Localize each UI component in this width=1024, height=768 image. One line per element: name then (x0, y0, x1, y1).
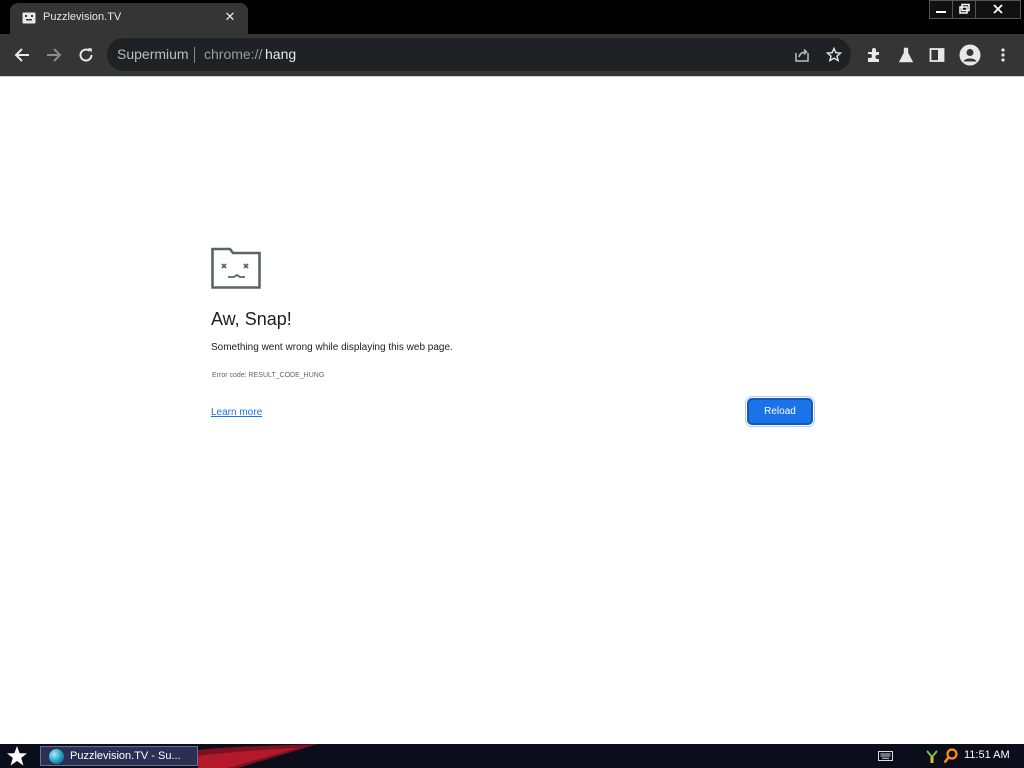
close-window-button[interactable] (975, 0, 1021, 19)
taskbar-decoration (198, 744, 318, 768)
forward-button[interactable] (39, 34, 69, 76)
profile-button[interactable] (955, 34, 985, 76)
error-message: Something went wrong while displaying th… (211, 342, 453, 353)
url-path: hang (265, 46, 297, 62)
network-tray-icon[interactable] (925, 748, 939, 764)
taskbar: Puzzlevision.TV - Su... 11:51 AM (0, 744, 1024, 768)
forward-icon (47, 48, 62, 62)
error-title: Aw, Snap! (211, 309, 292, 329)
browser-toolbar: Supermium chrome:// hang (0, 34, 1024, 76)
close-icon (993, 4, 1003, 14)
reload-icon (79, 48, 93, 62)
side-panel-button[interactable] (922, 34, 952, 76)
tab-title: Puzzlevision.TV (43, 11, 122, 23)
menu-icon (1001, 48, 1005, 62)
back-icon (14, 48, 29, 62)
tab-active[interactable]: Puzzlevision.TV ✕ (10, 3, 248, 34)
labs-button[interactable] (891, 34, 921, 76)
sad-tab-favicon-icon (22, 12, 36, 24)
omnibox[interactable]: Supermium chrome:// hang (107, 38, 851, 71)
browser-name-chip: Supermium (117, 46, 189, 62)
start-star-icon[interactable] (4, 745, 30, 767)
restore-icon (959, 3, 970, 14)
menu-button[interactable] (988, 34, 1018, 76)
side-panel-icon (929, 48, 945, 62)
minimize-icon (936, 11, 946, 13)
browser-globe-icon (49, 749, 64, 764)
profile-icon (959, 44, 981, 66)
extensions-icon (868, 48, 879, 62)
url-scheme: chrome:// (204, 46, 263, 62)
search-tray-icon[interactable] (943, 748, 958, 764)
error-code: Error code: RESULT_CODE_HUNG (212, 372, 325, 379)
share-button[interactable] (787, 38, 817, 71)
taskbar-item-label: Puzzlevision.TV - Su... (70, 750, 181, 762)
reload-button[interactable] (71, 34, 101, 76)
bookmark-button[interactable] (819, 38, 849, 71)
omnibox-separator (194, 47, 195, 63)
restore-button[interactable] (952, 0, 976, 19)
tab-close-icon[interactable]: ✕ (220, 8, 240, 28)
taskbar-item-browser[interactable]: Puzzlevision.TV - Su... (40, 746, 198, 766)
back-button[interactable] (7, 34, 37, 76)
star-icon (826, 46, 842, 62)
taskbar-clock[interactable]: 11:51 AM (964, 749, 1010, 761)
title-bar: Puzzlevision.TV ✕ (0, 0, 1024, 34)
content-divider (0, 76, 1024, 77)
reload-page-button[interactable]: Reload (745, 396, 815, 427)
keyboard-icon[interactable] (878, 751, 893, 761)
minimize-button[interactable] (929, 0, 953, 19)
share-icon (795, 48, 809, 62)
extensions-button[interactable] (859, 34, 889, 76)
labs-icon (898, 47, 914, 63)
learn-more-link[interactable]: Learn more (211, 407, 262, 418)
sad-tab-icon (211, 247, 261, 289)
